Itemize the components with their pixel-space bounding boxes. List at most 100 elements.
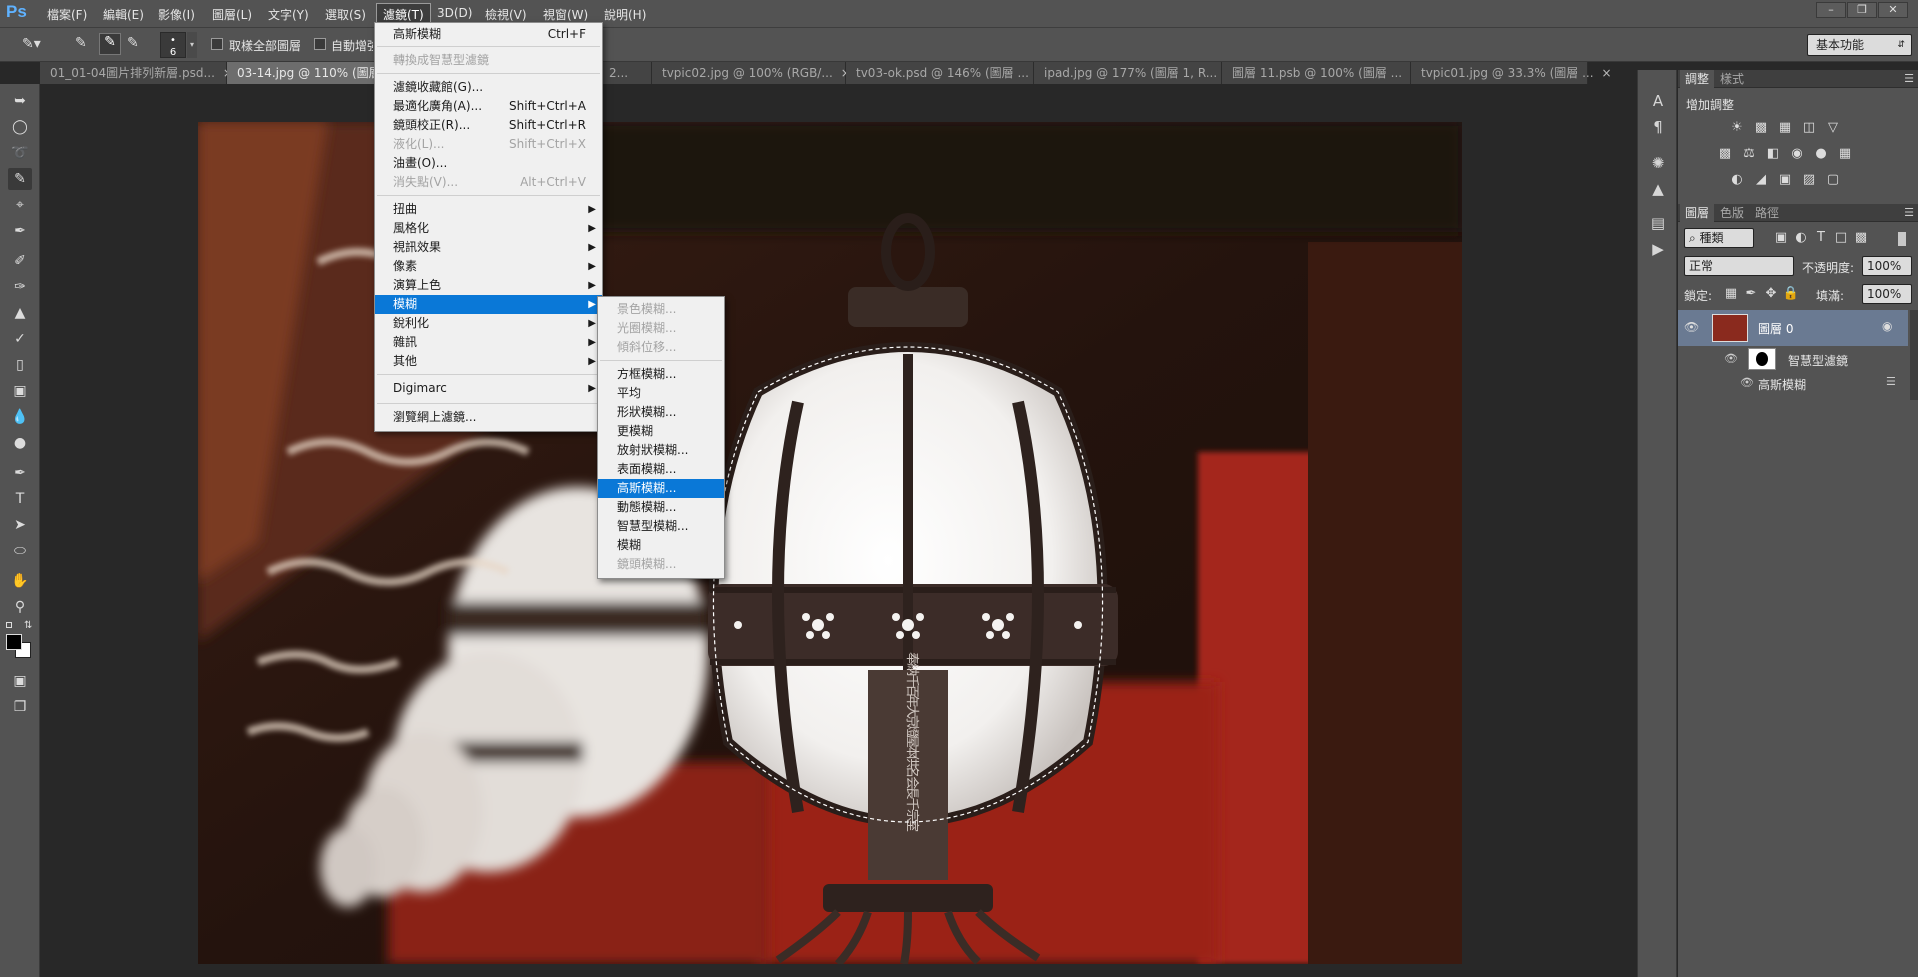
sample-all-layers-checkbox[interactable]: [211, 38, 223, 50]
menu-item-browse-filters-online[interactable]: 瀏覽網上濾鏡...: [375, 408, 602, 427]
menu-item-motion-blur[interactable]: 動態模糊...: [598, 498, 724, 517]
black-white-icon[interactable]: ◧: [1764, 146, 1782, 162]
doc-tab[interactable]: tvpic02.jpg @ 100% (RGB/...×: [652, 62, 851, 84]
subtract-selection-icon[interactable]: ✎: [127, 35, 147, 55]
smart-filters-visibility-icon[interactable]: ◉: [1882, 319, 1892, 333]
menu-view[interactable]: 檢視(V): [485, 6, 527, 23]
menu-item-sharpen[interactable]: 銳利化 ▶: [375, 314, 602, 333]
vibrance-icon[interactable]: ▽: [1824, 120, 1842, 136]
filter-pixel-icon[interactable]: ▣: [1772, 230, 1790, 246]
filter-shape-icon[interactable]: □: [1832, 230, 1850, 246]
threshold-icon[interactable]: ▣: [1776, 172, 1794, 188]
menu-item-distort[interactable]: 扭曲 ▶: [375, 200, 602, 219]
lock-pixels-icon[interactable]: ✒: [1742, 286, 1760, 302]
menu-item-other[interactable]: 其他 ▶: [375, 352, 602, 371]
menu-layer[interactable]: 圖層(L): [212, 6, 252, 23]
filter-smart-object-icon[interactable]: ▩: [1852, 230, 1870, 246]
photo-filter-icon[interactable]: ◉: [1788, 146, 1806, 162]
eraser-tool-icon[interactable]: ▯: [8, 354, 32, 376]
lock-transparent-icon[interactable]: ▦: [1722, 286, 1740, 302]
tab-adjustments[interactable]: 調整: [1680, 70, 1715, 88]
posterize-icon[interactable]: ◢: [1752, 172, 1770, 188]
screen-mode-icon[interactable]: ❐: [8, 696, 32, 718]
menu-item-surface-blur[interactable]: 表面模糊...: [598, 460, 724, 479]
menu-item-lens-blur[interactable]: 鏡頭模糊...: [598, 555, 724, 574]
eye-icon[interactable]: 👁: [1684, 320, 1699, 334]
tab-channels[interactable]: 色版: [1715, 204, 1749, 222]
add-selection-icon[interactable]: ✎: [99, 33, 121, 55]
menu-item-blur-more[interactable]: 更模糊: [598, 422, 724, 441]
actions-play-icon[interactable]: ▶: [1646, 238, 1670, 260]
lock-all-icon[interactable]: 🔒: [1782, 286, 1800, 302]
menu-item-radial-blur[interactable]: 放射狀模糊...: [598, 441, 724, 460]
brush-tool-icon[interactable]: ✑: [8, 276, 32, 298]
menu-window[interactable]: 視窗(W): [543, 6, 588, 23]
close-tab-icon[interactable]: ×: [1602, 66, 1612, 80]
layer-row-layer0[interactable]: 👁 圖層 0 ◉: [1678, 310, 1908, 346]
menu-item-liquify[interactable]: 液化(L)... Shift+Ctrl+X: [375, 135, 602, 154]
doc-tab[interactable]: ipad.jpg @ 177% (圖層 1, R...×: [1034, 62, 1235, 84]
histogram-icon[interactable]: ▲: [1646, 178, 1670, 200]
menu-item-noise[interactable]: 雜訊 ▶: [375, 333, 602, 352]
type-tool-icon[interactable]: T: [8, 488, 32, 510]
marquee-tool-icon[interactable]: ◯: [8, 116, 32, 138]
doc-tab[interactable]: 01_01-04圖片排列新層.psd...×: [40, 62, 233, 84]
menu-select[interactable]: 選取(S): [325, 6, 366, 23]
doc-tab[interactable]: 2...: [603, 62, 652, 84]
tab-styles[interactable]: 樣式: [1715, 70, 1749, 88]
default-colors-icon[interactable]: [6, 622, 12, 628]
pen-tool-icon[interactable]: ✒: [8, 462, 32, 484]
menu-3d[interactable]: 3D(D): [437, 6, 472, 20]
close-icon[interactable]: ✕: [1878, 2, 1908, 18]
levels-icon[interactable]: ▩: [1752, 120, 1770, 136]
zoom-tool-icon[interactable]: ⚲: [8, 596, 32, 618]
menu-item-tilt-shift[interactable]: 傾斜位移...: [598, 338, 724, 357]
menu-help[interactable]: 說明(H): [604, 6, 646, 23]
curves-icon[interactable]: ▦: [1776, 120, 1794, 136]
restore-icon[interactable]: ❐: [1847, 2, 1877, 18]
doc-tab[interactable]: tv03-ok.psd @ 146% (圖層 ...×: [846, 62, 1047, 84]
doc-tab[interactable]: tvpic01.jpg @ 33.3% (圖層 ... ×: [1411, 62, 1612, 84]
minimize-icon[interactable]: –: [1816, 2, 1846, 18]
crop-tool-icon[interactable]: ⌖: [8, 194, 32, 216]
quick-mask-icon[interactable]: ▣: [8, 670, 32, 692]
workspace-select[interactable]: 基本功能 ⇵: [1807, 34, 1912, 56]
menu-item-gaussian-blur[interactable]: 高斯模糊...: [598, 479, 724, 498]
eyedropper-tool-icon[interactable]: ✒: [8, 220, 32, 242]
tab-layers[interactable]: 圖層: [1680, 204, 1715, 222]
history-brush-tool-icon[interactable]: ✓: [8, 328, 32, 350]
healing-brush-tool-icon[interactable]: ✐: [8, 250, 32, 272]
filter-toggle[interactable]: [1898, 232, 1906, 246]
auto-enhance-checkbox[interactable]: [314, 38, 326, 50]
dodge-tool-icon[interactable]: ●: [8, 432, 32, 454]
brush-size-picker[interactable]: • 6: [160, 32, 186, 58]
lasso-tool-icon[interactable]: ➰: [8, 142, 32, 164]
menu-item-video[interactable]: 視訊效果 ▶: [375, 238, 602, 257]
menu-item-shape-blur[interactable]: 形狀模糊...: [598, 403, 724, 422]
menu-image[interactable]: 影像(I): [158, 6, 195, 23]
filter-adjustment-icon[interactable]: ◐: [1792, 230, 1810, 246]
menu-edit[interactable]: 編輯(E): [103, 6, 144, 23]
menu-item-smart-blur[interactable]: 智慧型模糊...: [598, 517, 724, 536]
hand-tool-icon[interactable]: ✋: [8, 570, 32, 592]
panel-menu-icon[interactable]: ☰: [1904, 72, 1914, 85]
channel-mixer-icon[interactable]: ●: [1812, 146, 1830, 162]
menu-item-vanishing-point[interactable]: 消失點(V)... Alt+Ctrl+V: [375, 173, 602, 192]
color-lookup-icon[interactable]: ▦: [1836, 146, 1854, 162]
color-balance-icon[interactable]: ⚖: [1740, 146, 1758, 162]
blur-tool-icon[interactable]: 💧: [8, 406, 32, 428]
paragraph-panel-icon[interactable]: ¶: [1646, 116, 1670, 138]
menu-item-oil-paint[interactable]: 油畫(O)...: [375, 154, 602, 173]
gradient-map-icon[interactable]: ▨: [1800, 172, 1818, 188]
menu-item-box-blur[interactable]: 方框模糊...: [598, 365, 724, 384]
menu-item-field-blur[interactable]: 景色模糊...: [598, 300, 724, 319]
filter-effect-row[interactable]: 👁 高斯模糊 ☰: [1678, 372, 1908, 394]
tool-preset-picker[interactable]: ✎▾: [22, 36, 52, 54]
menu-item-average[interactable]: 平均: [598, 384, 724, 403]
brush-dropdown-icon[interactable]: ▾: [187, 32, 197, 58]
opacity-input[interactable]: 100%: [1862, 256, 1912, 276]
menu-item-convert-smart[interactable]: 轉換成智慧型濾鏡: [375, 51, 602, 70]
gradient-tool-icon[interactable]: ▣: [8, 380, 32, 402]
brightness-icon[interactable]: ☀: [1728, 120, 1746, 136]
invert-icon[interactable]: ◐: [1728, 172, 1746, 188]
